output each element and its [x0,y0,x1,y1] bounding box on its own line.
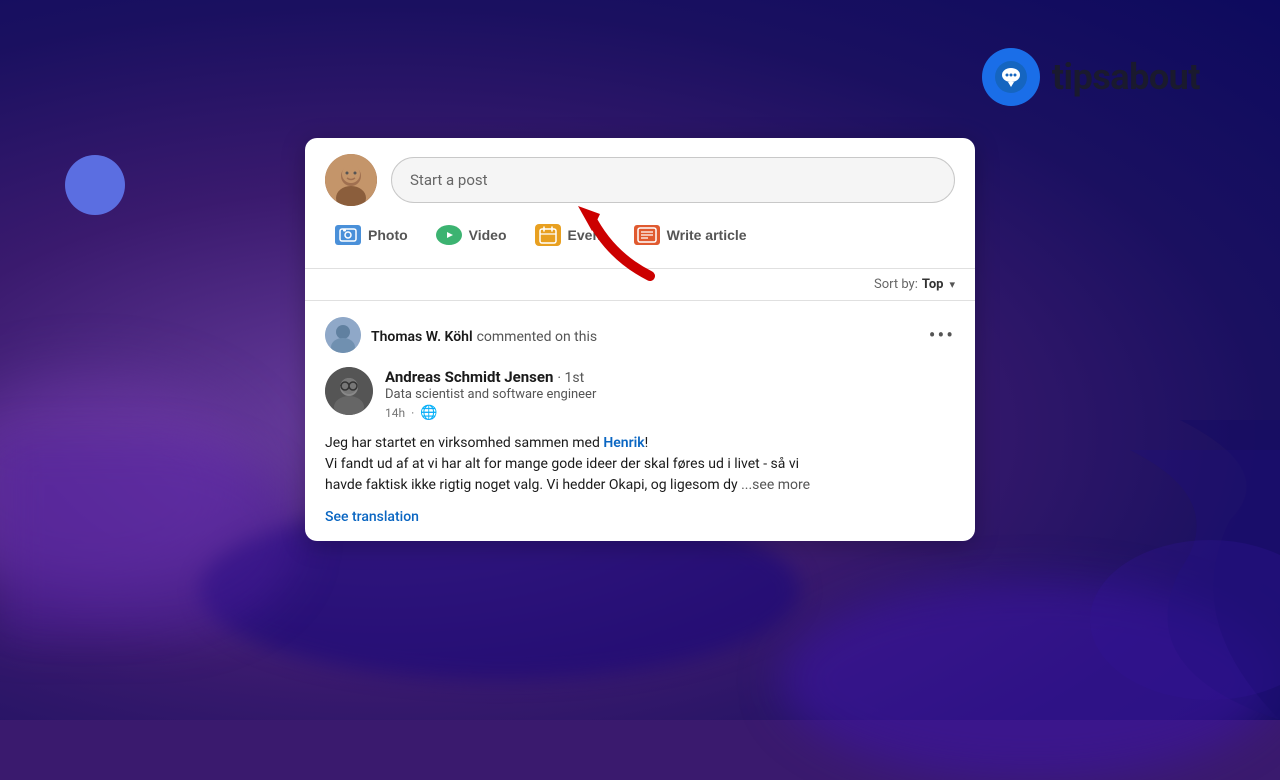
post-text-line1-end: ! [645,435,649,451]
post-author-avatar [325,367,373,415]
post-content: Jeg har startet en virksomhed sammen med… [325,433,955,496]
video-label: Video [469,227,507,243]
sort-label: Sort by: [874,277,918,292]
decorative-circle [65,155,125,215]
event-icon-svg [539,226,557,244]
post-time: 14h [385,406,405,420]
commentor-action-text: commented on this [477,329,598,345]
avatar-svg [325,154,377,206]
feed-post: Thomas W. Köhl commented on this ••• [305,300,975,541]
post-meta: 14h · 🌐 [385,405,955,421]
main-card: Start a post Photo Video [305,138,975,541]
chat-bubble-icon [994,60,1028,94]
sort-value: Top [922,277,944,292]
commentor-avatar [325,317,361,353]
post-text-line3: havde faktisk ikke rigtig noget valg. Vi… [325,477,738,493]
video-icon-svg [442,228,456,242]
commentor-row: Thomas W. Köhl commented on this ••• [325,317,955,353]
see-more-button[interactable]: ...see more [741,477,810,493]
article-label: Write article [667,227,747,243]
post-author-avatar-svg [325,367,373,415]
post-link-henrik[interactable]: Henrik [603,435,644,451]
start-post-input[interactable]: Start a post [391,157,955,203]
action-row: Photo Video Event [305,206,975,268]
post-author-info: Andreas Schmidt Jensen · 1st Data scient… [385,367,955,421]
photo-icon-svg [339,228,357,242]
post-creator-section: Start a post [305,138,975,206]
logo-icon [982,48,1040,106]
logo-area: tipsabout [982,48,1200,106]
post-degree-value: 1st [564,370,584,386]
photo-label: Photo [368,227,408,243]
post-author-title: Data scientist and software engineer [385,387,955,402]
decorative-blob-2 [780,580,1280,780]
post-author-name: Andreas Schmidt Jensen [385,368,553,386]
video-button[interactable]: Video [426,217,525,253]
write-article-button[interactable]: Write article [624,217,765,253]
article-icon-svg [637,227,657,243]
post-author-row: Andreas Schmidt Jensen · 1st Data scient… [325,367,955,421]
event-label: Event [568,227,606,243]
post-text-line2: Vi fandt ud af at vi har alt for mange g… [325,456,799,472]
post-time-separator: · [411,406,414,420]
event-button[interactable]: Event [525,216,624,254]
commentor-info: Thomas W. Köhl commented on this [325,317,597,353]
author-name-row: Andreas Schmidt Jensen · 1st [385,367,955,386]
commentor-text: Thomas W. Köhl commented on this [371,326,597,345]
photo-button[interactable]: Photo [325,217,426,253]
wave-left [0,440,300,640]
see-translation-link[interactable]: See translation [325,509,419,525]
chevron-down-icon[interactable]: ▾ [949,278,955,291]
event-icon [535,224,561,246]
video-icon [436,225,462,245]
logo-text: tipsabout [1052,56,1200,98]
sort-bar: Sort by: Top ▾ [305,269,975,300]
start-post-placeholder: Start a post [410,171,488,189]
avatar-image [325,154,377,206]
post-text-line1: Jeg har startet en virksomhed sammen med [325,435,603,451]
user-avatar [325,154,377,206]
globe-icon: 🌐 [420,405,437,421]
article-icon [634,225,660,245]
photo-icon [335,225,361,245]
commentor-avatar-svg [325,317,361,353]
commentor-name: Thomas W. Köhl [371,329,473,345]
more-options-button[interactable]: ••• [929,323,955,347]
